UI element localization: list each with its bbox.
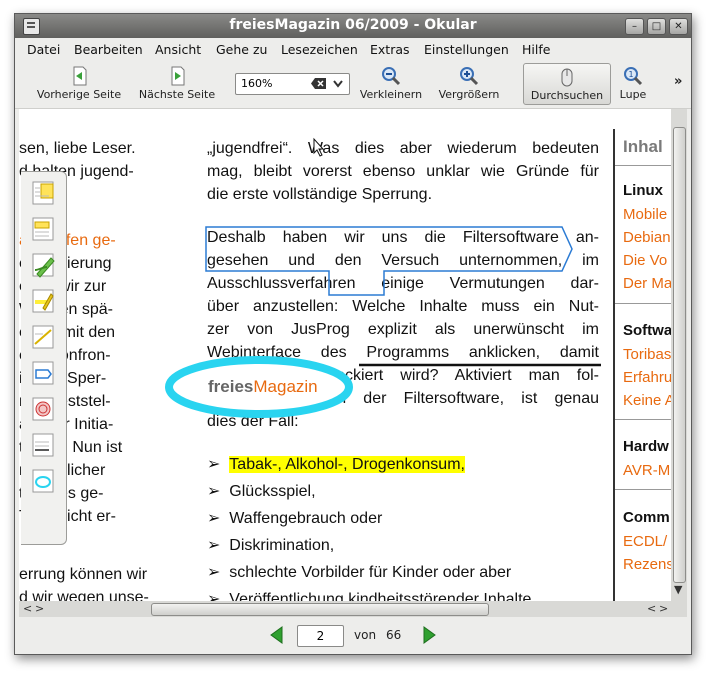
stamp-part-magazin: Magazin — [253, 377, 318, 396]
freiesmagazin-stamp[interactable]: freiesMagazin — [208, 375, 318, 398]
contents-link[interactable]: Der Ma — [623, 275, 671, 292]
horizontal-scroll-thumb[interactable] — [151, 603, 489, 616]
next-page-button[interactable]: Nächste Seite — [133, 63, 221, 105]
scroll-left-arrow-icon[interactable]: < — [23, 602, 32, 615]
menu-ansicht[interactable]: Ansicht — [155, 42, 201, 57]
zoom-out-label: Verkleinern — [359, 88, 423, 101]
previous-page-button[interactable]: Vorherige Seite — [32, 63, 126, 105]
page-of-label: von — [354, 628, 377, 642]
toolbar-overflow-button[interactable]: » — [674, 74, 682, 89]
page-total: 66 — [386, 628, 402, 642]
menu-hilfe[interactable]: Hilfe — [522, 42, 550, 57]
polygon-annotation[interactable] — [205, 226, 573, 296]
zoom-out-icon — [382, 67, 401, 86]
browse-label: Durchsuchen — [530, 89, 604, 102]
scroll-right-arrow-icon[interactable]: > — [659, 602, 668, 615]
vertical-scrollbar[interactable]: ▼ — [671, 109, 687, 601]
vertical-scroll-thumb[interactable] — [673, 127, 686, 583]
section-heading: Comm — [623, 509, 670, 526]
scroll-down-arrow-icon[interactable]: ▼ — [674, 583, 682, 596]
page-navigation-bar: 2 von 66 — [15, 618, 691, 654]
zoom-value: 160% — [241, 77, 273, 90]
divider — [615, 165, 671, 166]
contents-link[interactable]: Erfahru — [623, 369, 671, 386]
stamp-part-freies: freies — [208, 377, 254, 396]
main-toolbar: Vorherige Seite Nächste Seite 160% Verkl… — [15, 60, 691, 109]
contents-title: Inhal — [623, 137, 663, 156]
browse-tool-button[interactable]: Durchsuchen — [523, 63, 611, 105]
horizontal-scrollbar[interactable]: < > < > — [19, 601, 687, 617]
contents-link[interactable]: Rezens — [623, 556, 671, 573]
next-page-arrow-icon[interactable] — [423, 626, 437, 644]
divider — [615, 303, 671, 304]
zoom-combo[interactable]: 160% — [235, 73, 350, 95]
scroll-left-arrow-icon[interactable]: < — [647, 602, 656, 615]
chevron-down-icon[interactable] — [333, 79, 343, 88]
section-heading: Linux — [623, 182, 663, 199]
title-bar[interactable]: freiesMagazin 06/2009 - Okular – □ ✕ — [15, 14, 691, 38]
contents-link[interactable]: AVR-M — [623, 462, 670, 479]
clear-icon[interactable] — [311, 78, 326, 89]
minimize-button[interactable]: – — [625, 18, 644, 35]
annotation-overlay — [165, 137, 601, 418]
contents-link[interactable]: Die Vo — [623, 252, 667, 269]
divider — [615, 489, 671, 490]
contents-link[interactable]: Debian — [623, 229, 671, 246]
okular-window: freiesMagazin 06/2009 - Okular – □ ✕ Dat… — [14, 13, 692, 655]
menu-extras[interactable]: Extras — [370, 42, 410, 57]
zoom-out-button[interactable]: Verkleinern — [357, 63, 425, 105]
menu-datei[interactable]: Datei — [27, 42, 60, 57]
previous-page-label: Vorherige Seite — [36, 88, 122, 101]
close-button[interactable]: ✕ — [669, 18, 688, 35]
contents-link[interactable]: Keine A — [623, 392, 671, 409]
magnifier-button[interactable]: 1 Lupe — [615, 63, 651, 105]
hand-icon — [561, 68, 573, 87]
window-title: freiesMagazin 06/2009 - Okular — [229, 17, 477, 33]
menu-gehe-zu[interactable]: Gehe zu — [216, 42, 267, 57]
zoom-in-label: Vergrößern — [438, 88, 500, 101]
maximize-button[interactable]: □ — [647, 18, 666, 35]
previous-page-icon — [73, 66, 87, 86]
magnifier-icon: 1 — [624, 67, 643, 86]
zoom-in-button[interactable]: Vergrößern — [435, 63, 503, 105]
menu-bearbeiten[interactable]: Bearbeiten — [74, 42, 143, 57]
menu-lesezeichen[interactable]: Lesezeichen — [281, 42, 358, 57]
section-heading: Hardw — [623, 438, 669, 455]
mouse-cursor-icon — [313, 137, 325, 157]
document-viewport[interactable]: sen, liebe Leser. d halten jugend- azin … — [19, 109, 671, 601]
menu-einstellungen[interactable]: Einstellungen — [424, 42, 509, 57]
previous-page-arrow-icon[interactable] — [269, 626, 283, 644]
divider — [615, 419, 671, 420]
zoom-in-icon — [460, 67, 479, 86]
section-heading: Softwa — [623, 322, 671, 339]
contents-link[interactable]: ECDL/ — [623, 533, 667, 550]
scroll-right-arrow-icon[interactable]: > — [35, 602, 44, 615]
contents-link[interactable]: Toribas — [623, 346, 671, 363]
next-page-icon — [171, 66, 185, 86]
contents-box: Inhal Linux Mobile Debian Die Vo Der Ma … — [613, 129, 671, 601]
menu-bar: Datei Bearbeiten Ansicht Gehe zu Lesezei… — [15, 38, 691, 60]
next-page-label: Nächste Seite — [138, 88, 216, 101]
page-number-input[interactable]: 2 — [297, 625, 344, 647]
svg-text:1: 1 — [629, 70, 634, 79]
magnifier-label: Lupe — [619, 88, 647, 101]
contents-link[interactable]: Mobile — [623, 206, 667, 223]
